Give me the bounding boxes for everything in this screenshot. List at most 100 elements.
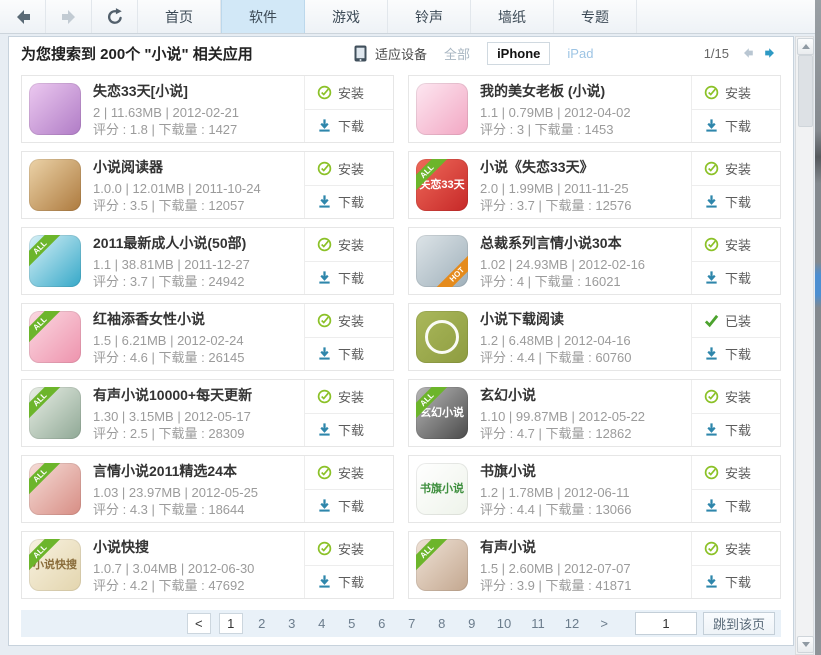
download-button[interactable]: 下载 (305, 262, 393, 295)
download-button[interactable]: 下载 (305, 414, 393, 447)
page-indicator: 1/15 (703, 45, 730, 61)
install-button[interactable]: 安装 (692, 152, 780, 186)
app-title[interactable]: 小说阅读器 (93, 157, 296, 177)
download-label: 下载 (725, 575, 752, 591)
next-arrow-icon (765, 48, 775, 58)
install-button[interactable]: 安装 (305, 228, 393, 262)
prev-page-button[interactable] (737, 43, 759, 63)
tab-home[interactable]: 首页 (138, 0, 221, 33)
pagination-bar: <123456789101112> 跳到该页 (21, 610, 781, 637)
page-8[interactable]: 8 (431, 614, 453, 633)
filter-iphone[interactable]: iPhone (487, 41, 551, 65)
scrollbar-thumb[interactable] (798, 55, 813, 127)
page-11[interactable]: 11 (525, 614, 551, 633)
page-prev[interactable]: < (186, 613, 211, 634)
app-title[interactable]: 2011最新成人小说(50部) (93, 233, 296, 253)
app-actions: 安装 下载 (691, 532, 780, 598)
download-button[interactable]: 下载 (305, 338, 393, 371)
app-title[interactable]: 红袖添香女性小说 (93, 309, 296, 329)
app-info: 小说下载阅读 1.2 | 6.48MB | 2012-04-16 评分 : 4.… (468, 309, 691, 366)
install-label: 安装 (338, 237, 365, 253)
page-12[interactable]: 12 (559, 614, 585, 633)
download-button[interactable]: 下载 (305, 186, 393, 219)
download-button[interactable]: 下载 (692, 262, 780, 295)
download-label: 下载 (725, 195, 752, 211)
app-title[interactable]: 有声小说10000+每天更新 (93, 385, 296, 405)
install-label: 已装 (725, 313, 752, 329)
download-button[interactable]: 下载 (692, 490, 780, 523)
filter-ipad[interactable]: iPad (558, 43, 602, 64)
install-button[interactable]: 安装 (692, 532, 780, 566)
tab-topics[interactable]: 专题 (554, 0, 637, 33)
install-check-circle-icon (317, 237, 332, 252)
filter-all[interactable]: 全部 (435, 41, 479, 66)
app-title[interactable]: 言情小说2011精选24本 (93, 461, 296, 481)
app-title[interactable]: 小说快搜 (93, 537, 296, 557)
download-button[interactable]: 下载 (305, 566, 393, 599)
next-page-button[interactable] (759, 43, 781, 63)
vertical-scrollbar[interactable] (795, 36, 814, 655)
app-actions: 安装 下载 (304, 228, 393, 294)
page-1[interactable]: 1 (218, 613, 243, 634)
install-button[interactable]: 安装 (692, 380, 780, 414)
scroll-down-button[interactable] (797, 636, 814, 653)
jump-page-button[interactable]: 跳到该页 (702, 612, 775, 635)
page-3[interactable]: 3 (281, 614, 303, 633)
install-button[interactable]: 安装 (305, 380, 393, 414)
app-info: 红袖添香女性小说 1.5 | 6.21MB | 2012-02-24 评分 : … (81, 309, 304, 366)
page-5[interactable]: 5 (341, 614, 363, 633)
install-button[interactable]: 安装 (692, 456, 780, 490)
download-button[interactable]: 下载 (305, 110, 393, 143)
install-check-circle-icon (704, 85, 719, 100)
page-9[interactable]: 9 (461, 614, 483, 633)
app-meta: 1.03 | 23.97MB | 2012-05-25 (93, 484, 259, 500)
tab-ringtones[interactable]: 铃声 (388, 0, 471, 33)
app-title[interactable]: 小说《失恋33天》 (480, 157, 683, 177)
app-title[interactable]: 书旗小说 (480, 461, 683, 481)
install-label: 安装 (725, 389, 752, 405)
app-meta: 1.30 | 3.15MB | 2012-05-17 (93, 408, 251, 424)
app-title[interactable]: 总裁系列言情小说30本 (480, 233, 683, 253)
app-actions: 安装 下载 (304, 456, 393, 522)
download-button[interactable]: 下载 (692, 110, 780, 143)
tab-software[interactable]: 软件 (221, 0, 305, 33)
install-check-circle-icon (704, 237, 719, 252)
download-label: 下载 (338, 423, 365, 439)
install-button[interactable]: 安装 (692, 228, 780, 262)
install-button[interactable]: 已装 (692, 304, 780, 338)
app-icon: ALL HOT (416, 235, 468, 287)
page-7[interactable]: 7 (401, 614, 423, 633)
install-button[interactable]: 安装 (305, 152, 393, 186)
install-button[interactable]: 安装 (305, 304, 393, 338)
background-window-edge (815, 0, 821, 655)
page-4[interactable]: 4 (311, 614, 333, 633)
app-title[interactable]: 小说下载阅读 (480, 309, 683, 329)
app-title[interactable]: 失恋33天[小说] (93, 81, 296, 101)
install-button[interactable]: 安装 (305, 456, 393, 490)
download-button[interactable]: 下载 (692, 414, 780, 447)
page-10[interactable]: 10 (491, 614, 517, 633)
refresh-button[interactable] (92, 0, 138, 33)
app-title[interactable]: 玄幻小说 (480, 385, 683, 405)
tab-wallpapers[interactable]: 墙纸 (471, 0, 554, 33)
app-icon-text (416, 235, 468, 287)
forward-arrow-icon (61, 9, 75, 24)
page-2[interactable]: 2 (251, 614, 273, 633)
install-button[interactable]: 安装 (692, 76, 780, 110)
download-button[interactable]: 下载 (692, 566, 780, 599)
page-next[interactable]: > (593, 614, 615, 633)
tab-games[interactable]: 游戏 (305, 0, 388, 33)
jump-page-input[interactable] (634, 612, 697, 635)
scroll-up-button[interactable] (797, 38, 814, 55)
download-button[interactable]: 下载 (305, 490, 393, 523)
app-title[interactable]: 有声小说 (480, 537, 683, 557)
download-button[interactable]: 下载 (692, 186, 780, 219)
install-button[interactable]: 安装 (305, 76, 393, 110)
install-button[interactable]: 安装 (305, 532, 393, 566)
download-button[interactable]: 下载 (692, 338, 780, 371)
forward-button[interactable] (46, 0, 92, 33)
app-title[interactable]: 我的美女老板 (小说) (480, 81, 683, 101)
page-6[interactable]: 6 (371, 614, 393, 633)
back-button[interactable] (0, 0, 46, 33)
download-label: 下载 (725, 347, 752, 363)
